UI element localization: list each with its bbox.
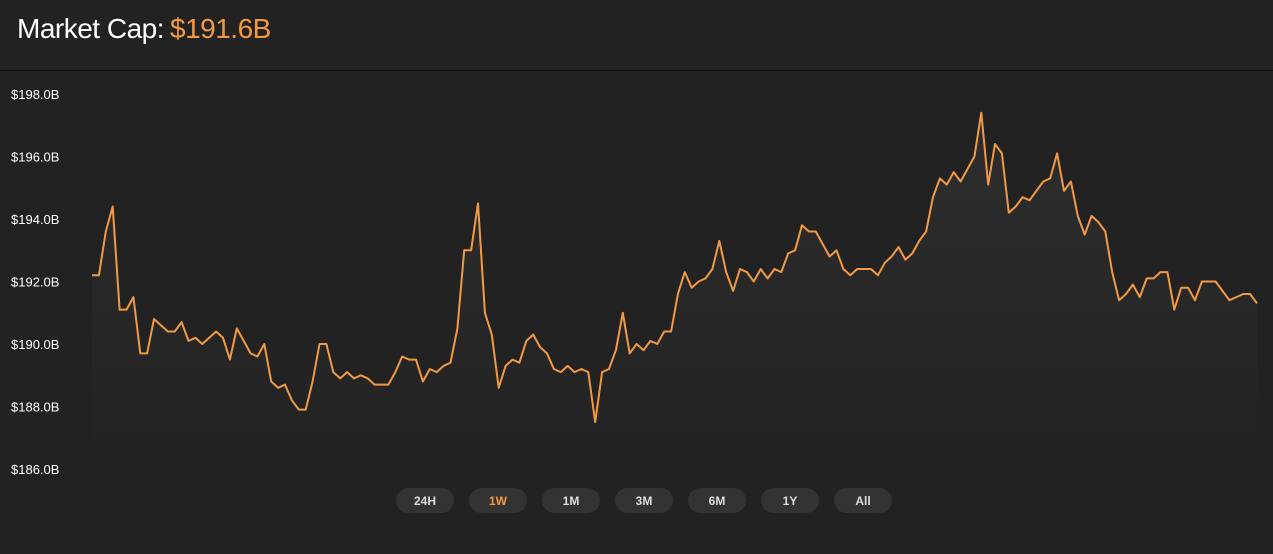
range-button-6m[interactable]: 6M xyxy=(688,488,746,513)
range-button-1y[interactable]: 1Y xyxy=(761,488,819,513)
y-tick-label: $190.0B xyxy=(11,337,59,352)
y-tick-label: $186.0B xyxy=(11,462,59,477)
range-button-1m[interactable]: 1M xyxy=(542,488,600,513)
y-tick-label: $198.0B xyxy=(11,87,59,102)
series-area-fill xyxy=(92,112,1257,442)
market-cap-value: $191.6B xyxy=(170,13,271,44)
market-cap-chart: $198.0B $196.0B $194.0B $192.0B $190.0B $188.… xyxy=(11,87,1258,477)
range-button-3m[interactable]: 3M xyxy=(615,488,673,513)
y-tick-label: $188.0B xyxy=(11,400,59,415)
range-button-all[interactable]: All xyxy=(834,488,892,513)
time-range-selector: 24H 1W 1M 3M 6M 1Y All xyxy=(396,488,892,513)
header: Market Cap: $191.6B xyxy=(0,0,1273,71)
title-label: Market Cap: xyxy=(17,13,165,44)
y-tick-label: $192.0B xyxy=(11,275,59,290)
y-tick-label: $196.0B xyxy=(11,150,59,165)
page-title: Market Cap: $191.6B xyxy=(17,12,271,46)
range-button-1w[interactable]: 1W xyxy=(469,488,527,513)
range-button-24h[interactable]: 24H xyxy=(396,488,454,513)
y-tick-label: $194.0B xyxy=(11,212,59,227)
